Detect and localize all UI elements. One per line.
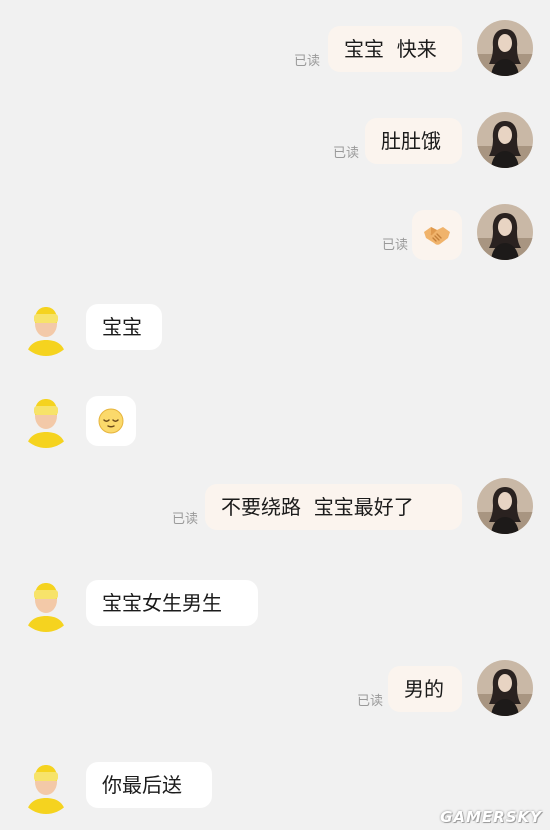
message-bubble[interactable]: 男的 xyxy=(388,666,462,712)
read-status: 已读 xyxy=(294,54,321,69)
avatar-contact[interactable] xyxy=(18,576,74,632)
avatar-contact[interactable] xyxy=(18,392,74,448)
message-incoming: 宝宝 xyxy=(0,298,550,362)
message-bubble[interactable]: 不要绕路 宝宝最好了 xyxy=(205,484,462,530)
message-incoming xyxy=(0,390,550,454)
read-status: 已读 xyxy=(382,238,409,253)
avatar-contact[interactable] xyxy=(18,758,74,814)
message-bubble[interactable]: 你最后送 xyxy=(86,762,212,808)
message-bubble[interactable]: 肚肚饿 xyxy=(365,118,462,164)
avatar-self[interactable] xyxy=(477,112,533,168)
message-outgoing: 已读 宝宝 快来 xyxy=(0,20,550,84)
message-outgoing: 已读 男的 xyxy=(0,660,550,724)
message-bubble[interactable]: 宝宝女生男生 xyxy=(86,580,258,626)
avatar-self[interactable] xyxy=(477,204,533,260)
chat-thread[interactable]: 已读 宝宝 快来 已读 肚肚饿 已读 宝宝 已读 不要绕路 宝宝最好了 宝宝女生… xyxy=(0,0,550,830)
message-bubble[interactable] xyxy=(86,396,136,446)
avatar-contact[interactable] xyxy=(18,300,74,356)
message-outgoing: 已读 肚肚饿 xyxy=(0,112,550,176)
message-outgoing: 已读 xyxy=(0,204,550,268)
message-bubble[interactable] xyxy=(412,210,462,260)
read-status: 已读 xyxy=(333,146,360,161)
watermark: GAMERSKY xyxy=(440,808,542,826)
read-status: 已读 xyxy=(172,512,199,527)
message-bubble[interactable]: 宝宝 xyxy=(86,304,162,350)
avatar-self[interactable] xyxy=(477,660,533,716)
message-bubble[interactable]: 宝宝 快来 xyxy=(328,26,462,72)
message-incoming: 宝宝女生男生 xyxy=(0,574,550,638)
read-status: 已读 xyxy=(357,694,384,709)
avatar-self[interactable] xyxy=(477,478,533,534)
message-outgoing: 已读 不要绕路 宝宝最好了 xyxy=(0,478,550,542)
avatar-self[interactable] xyxy=(477,20,533,76)
